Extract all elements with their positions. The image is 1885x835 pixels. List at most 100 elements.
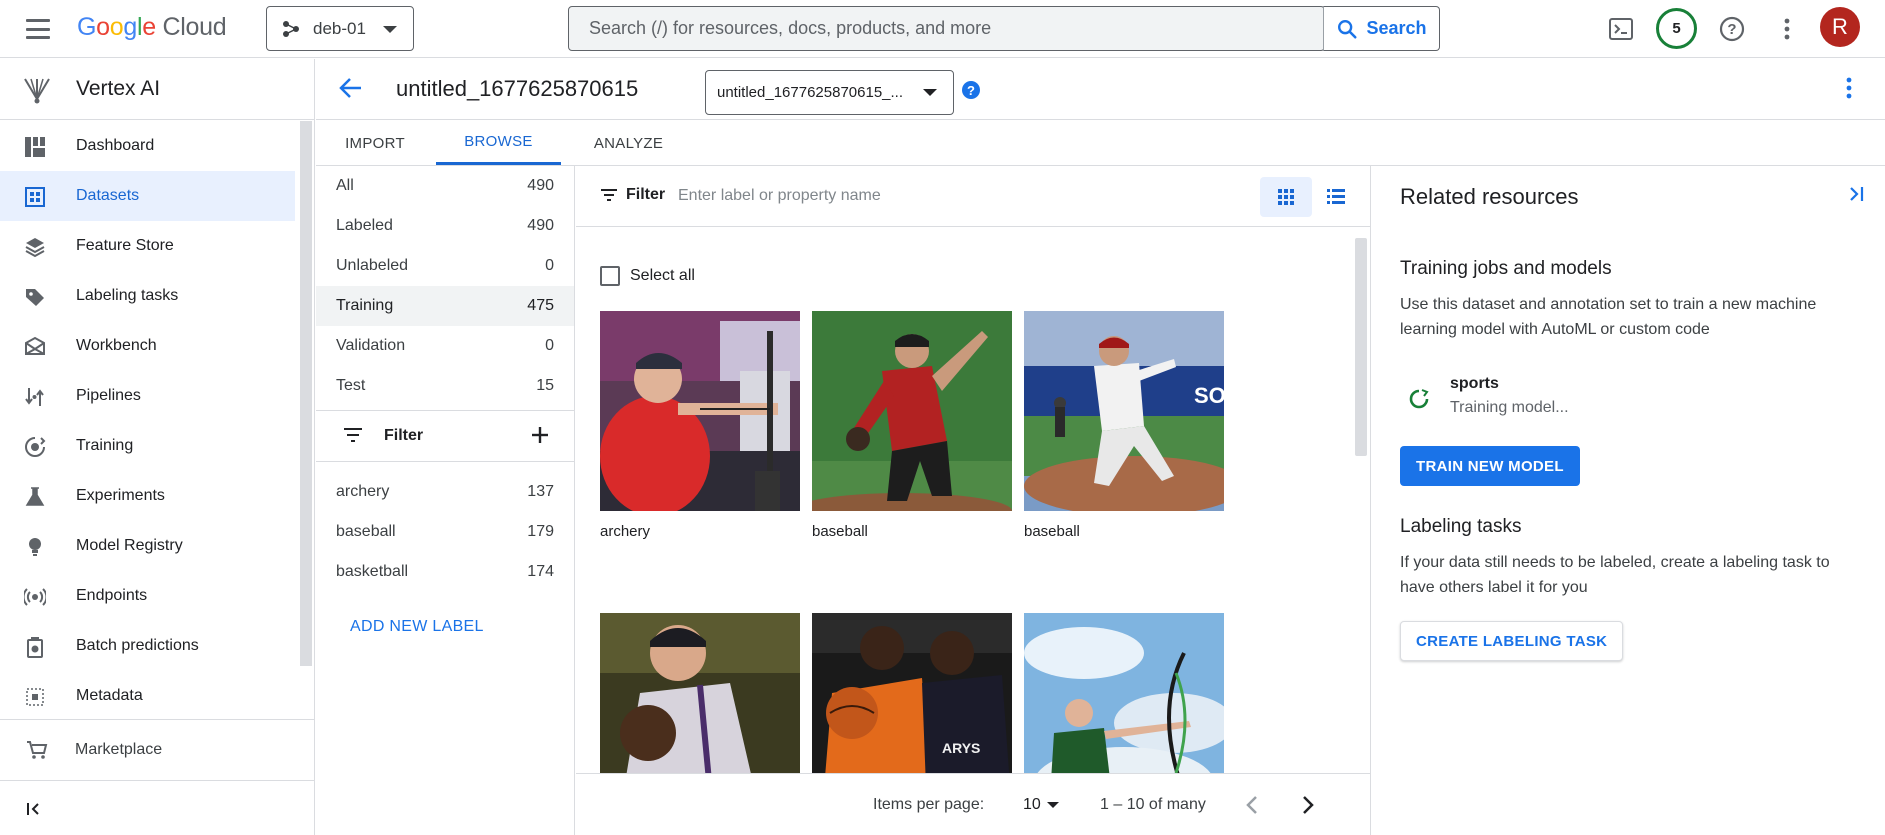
nav-item-dashboard[interactable]: Dashboard	[0, 121, 300, 171]
nav-item-model-registry[interactable]: Model Registry	[0, 521, 300, 571]
collapse-right-icon[interactable]	[1846, 184, 1866, 204]
image-thumbnail	[812, 311, 1012, 511]
notifications-badge[interactable]: 5	[1656, 8, 1697, 49]
label-filter-input[interactable]	[678, 182, 1078, 210]
image-card[interactable]	[1024, 613, 1224, 773]
dataset-version-select[interactable]: untitled_1677625870615_...	[705, 70, 954, 115]
split-all[interactable]: All 490	[316, 166, 574, 206]
tab-analyze[interactable]: ANALYZE	[566, 121, 691, 165]
batch-icon	[27, 637, 43, 658]
product-header: Vertex AI	[0, 59, 314, 120]
grid-body: Select all archery baseball SO baseball …	[576, 228, 1371, 773]
list-view-icon	[1327, 189, 1345, 204]
split-test[interactable]: Test 15	[316, 366, 574, 406]
nav-item-marketplace[interactable]: Marketplace	[0, 720, 314, 780]
related-resources-panel: Related resources Training jobs and mode…	[1372, 166, 1885, 835]
list-view-toggle[interactable]	[1316, 177, 1356, 217]
split-validation[interactable]: Validation 0	[316, 326, 574, 366]
google-cloud-logo[interactable]: Google Cloud	[77, 13, 227, 42]
split-unlabeled[interactable]: Unlabeled 0	[316, 246, 574, 286]
chevron-right-icon[interactable]	[1294, 792, 1320, 818]
image-card[interactable]: ARYS	[812, 613, 1012, 773]
tab-bar: IMPORT BROWSE ANALYZE	[316, 121, 1885, 166]
more-vert-icon[interactable]	[1846, 77, 1852, 99]
tab-browse[interactable]: BROWSE	[436, 121, 561, 165]
datasets-icon	[25, 187, 45, 207]
flask-icon	[25, 487, 45, 506]
image-card[interactable]: archery	[600, 311, 800, 540]
dashboard-icon	[25, 137, 45, 157]
nav-list: Dashboard Datasets Feature Store Labelin…	[0, 121, 300, 721]
project-selector[interactable]: deb-01	[266, 6, 414, 51]
avatar[interactable]: R	[1820, 7, 1860, 47]
label-icon	[26, 289, 44, 306]
train-new-model-button[interactable]: TRAIN NEW MODEL	[1400, 446, 1580, 486]
panel-title: Related resources	[1400, 184, 1579, 209]
image-grid-panel: Filter Select all	[576, 166, 1371, 835]
add-new-label-button[interactable]: ADD NEW LABEL	[350, 618, 484, 636]
svg-text:SOUTHEA: SOUTHEA	[1194, 383, 1224, 408]
label-archery[interactable]: archery 137	[316, 472, 574, 512]
image-caption: baseball	[812, 523, 868, 540]
nav-item-endpoints[interactable]: Endpoints	[0, 571, 300, 621]
filter-icon[interactable]	[600, 188, 618, 202]
pipelines-icon	[25, 388, 44, 406]
feature-store-icon	[25, 238, 45, 258]
checkbox[interactable]	[600, 266, 620, 286]
project-name: deb-01	[313, 18, 366, 38]
nav-item-datasets[interactable]: Datasets	[0, 171, 295, 221]
page-header: untitled_1677625870615 untitled_16776258…	[316, 59, 1885, 120]
image-card[interactable]: baseball	[812, 311, 1012, 540]
nav-item-pipelines[interactable]: Pipelines	[0, 371, 300, 421]
image-card[interactable]	[600, 613, 800, 773]
tab-import[interactable]: IMPORT	[316, 121, 434, 165]
collapse-nav-button[interactable]	[0, 780, 314, 835]
split-training[interactable]: Training 475	[316, 286, 574, 326]
image-thumbnail	[1024, 613, 1224, 773]
search-icon	[1338, 19, 1358, 39]
vertex-ai-logo	[24, 78, 50, 104]
items-per-page-label: Items per page:	[873, 796, 985, 813]
nav-item-labeling-tasks[interactable]: Labeling tasks	[0, 271, 300, 321]
workbench-icon	[25, 336, 45, 355]
label-basketball[interactable]: basketball 174	[316, 552, 574, 592]
grid-view-icon	[1278, 189, 1294, 205]
help-icon[interactable]: ?	[962, 81, 980, 99]
nav-bottom: Marketplace	[0, 719, 314, 780]
items-per-page-select[interactable]: 10	[1023, 796, 1059, 814]
create-labeling-task-button[interactable]: CREATE LABELING TASK	[1400, 621, 1624, 661]
image-card[interactable]: SOUTHEA baseball	[1024, 311, 1224, 540]
nav-item-feature-store[interactable]: Feature Store	[0, 221, 300, 271]
grid-filter-bar: Filter	[576, 166, 1371, 227]
grid-scrollbar[interactable]	[1355, 238, 1367, 456]
nav-item-workbench[interactable]: Workbench	[0, 321, 300, 371]
collapse-left-icon	[27, 803, 39, 815]
nav-item-batch-predictions[interactable]: Batch predictions	[0, 621, 300, 671]
menu-icon[interactable]	[24, 16, 52, 42]
search-button[interactable]: Search	[1323, 6, 1440, 51]
search-input[interactable]	[569, 7, 1324, 50]
bulb-icon	[29, 538, 41, 556]
job-status: Training model...	[1450, 399, 1569, 416]
side-navigation: Vertex AI Dashboard Datasets Feature Sto…	[0, 59, 315, 835]
more-vert-icon[interactable]	[1770, 12, 1804, 46]
image-thumbnail: SOUTHEA	[1024, 311, 1224, 511]
filter-icon[interactable]	[343, 427, 363, 443]
loading-icon	[1409, 389, 1429, 409]
chevron-left-icon[interactable]	[1240, 792, 1266, 818]
nav-item-experiments[interactable]: Experiments	[0, 471, 300, 521]
image-thumbnail	[600, 311, 800, 511]
split-filter-panel: All 490 Labeled 490 Unlabeled 0 Training 475…	[316, 166, 575, 835]
grid-view-toggle[interactable]	[1260, 177, 1312, 217]
nav-item-training[interactable]: Training	[0, 421, 300, 471]
page-range: 1 – 10 of many	[1100, 796, 1206, 813]
select-all-checkbox[interactable]: Select all	[600, 266, 695, 286]
split-labeled[interactable]: Labeled 490	[316, 206, 574, 246]
add-icon[interactable]	[530, 425, 550, 445]
terminal-icon[interactable]	[1604, 12, 1638, 46]
label-baseball[interactable]: baseball 179	[316, 512, 574, 552]
back-arrow-icon[interactable]	[338, 75, 364, 101]
help-icon[interactable]: ?	[1715, 12, 1749, 46]
nav-scrollbar[interactable]	[300, 121, 312, 666]
nav-item-metadata[interactable]: Metadata	[0, 671, 300, 721]
